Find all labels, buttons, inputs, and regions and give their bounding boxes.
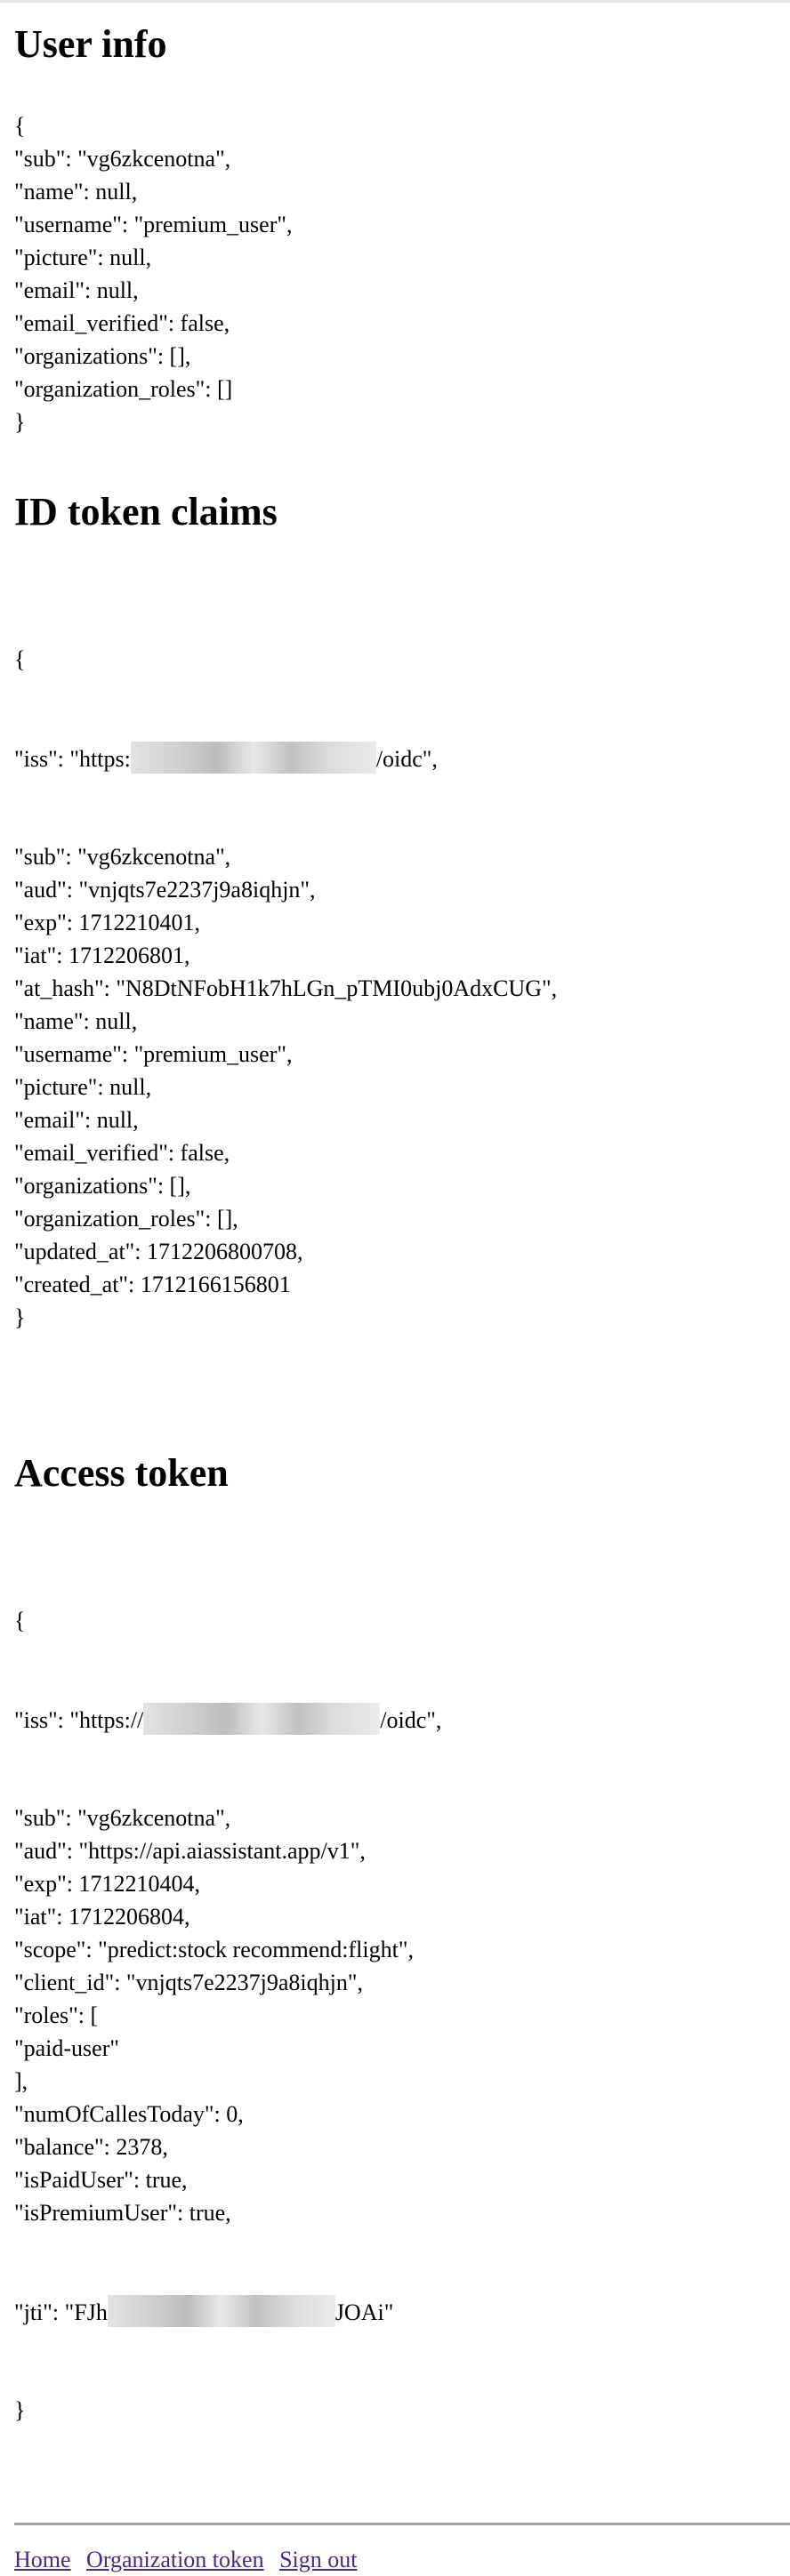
json-line: "aud": "vnjqts7e2237j9a8iqhjn", [14,877,316,903]
redacted-block [143,1703,381,1735]
json-line: "numOfCallesToday": 0, [14,2101,244,2127]
json-line: "picture": null, [14,245,152,270]
json-line: "username": "premium_user", [14,1041,293,1067]
json-line: "email_verified": false, [14,310,230,336]
json-line: "sub": "vg6zkcenotna", [14,146,231,172]
json-line: { [14,1608,26,1633]
user-info-heading: User info [14,22,167,66]
json-line: { [14,113,26,139]
home-link[interactable]: Home [14,2547,71,2572]
json-line: "sub": "vg6zkcenotna", [14,1805,231,1831]
json-line: "iat": 1712206804, [14,1904,190,1930]
json-line: ], [14,2068,28,2094]
json-line: "roles": [ [14,2002,99,2028]
page: User info { "sub": "vg6zkcenotna", "name":… [0,22,790,2576]
json-line-iss: "iss": "https:// /oidc", [14,1703,790,1736]
json-line: "balance": 2378, [14,2134,168,2160]
json-line: "sub": "vg6zkcenotna", [14,844,231,870]
json-line: "created_at": 1712166156801 [14,1272,291,1297]
json-line: "organizations": [], [14,343,191,369]
user-info-json: { "sub": "vg6zkcenotna", "name": null, "use… [14,109,790,438]
json-line-iss: "iss": "https: /oidc", [14,742,790,774]
iss-prefix: "iss": "https: [14,746,131,772]
json-line-jti: "jti": "FJh JOAi" [14,2295,790,2328]
json-line: } [14,2397,26,2423]
id-token-claims-heading: ID token claims [14,490,278,534]
divider [14,2523,790,2525]
json-line: "organization_roles": [] [14,376,233,402]
json-line: "aud": "https://api.aiassistant.app/v1", [14,1838,366,1864]
redacted-block [130,742,376,774]
json-line: "picture": null, [14,1074,152,1100]
json-line: "username": "premium_user", [14,212,293,237]
redacted-block [107,2295,335,2327]
json-line: "email": null, [14,277,139,303]
json-line: "isPremiumUser": true, [14,2200,231,2226]
iss-suffix: /oidc", [380,1707,442,1733]
sign-out-link[interactable]: Sign out [279,2547,357,2572]
footer-nav: Home Organization token Sign out [14,2543,790,2576]
json-line: } [14,409,26,435]
organization-token-link[interactable]: Organization token [86,2547,264,2572]
json-line: "organizations": [], [14,1173,191,1199]
json-line: "email_verified": false, [14,1140,230,1166]
json-line: "name": null, [14,179,138,205]
json-line: "exp": 1712210401, [14,910,200,935]
jti-prefix: "jti": "FJh [14,2299,108,2325]
access-token-json: { "iss": "https:// /oidc", "sub": "vg6zkc… [14,1538,790,2492]
access-token-heading: Access token [14,1451,229,1495]
iss-prefix: "iss": "https:// [14,1707,144,1733]
iss-suffix: /oidc", [375,746,438,772]
json-line: { [14,646,26,672]
json-line: "organization_roles": [], [14,1206,238,1232]
json-line: "scope": "predict:stock recommend:flight… [14,1937,414,1962]
json-line: "isPaidUser": true, [14,2167,188,2193]
json-line: "updated_at": 1712206800708, [14,1239,303,1264]
json-line: "name": null, [14,1008,138,1034]
json-line: "email": null, [14,1107,139,1133]
json-line: "iat": 1712206801, [14,943,190,968]
json-line: "client_id": "vnjqts7e2237j9a8iqhjn", [14,1970,363,1995]
jti-suffix: JOAi" [335,2299,394,2325]
json-line: "paid-user" [14,2035,119,2061]
json-line: "at_hash": "N8DtNFobH1k7hLGn_pTMI0ubj0Ad… [14,975,558,1001]
id-token-claims-json: { "iss": "https: /oidc", "sub": "vg6zkcen… [14,577,790,1400]
json-line: } [14,1304,26,1330]
json-line: "exp": 1712210404, [14,1871,200,1897]
